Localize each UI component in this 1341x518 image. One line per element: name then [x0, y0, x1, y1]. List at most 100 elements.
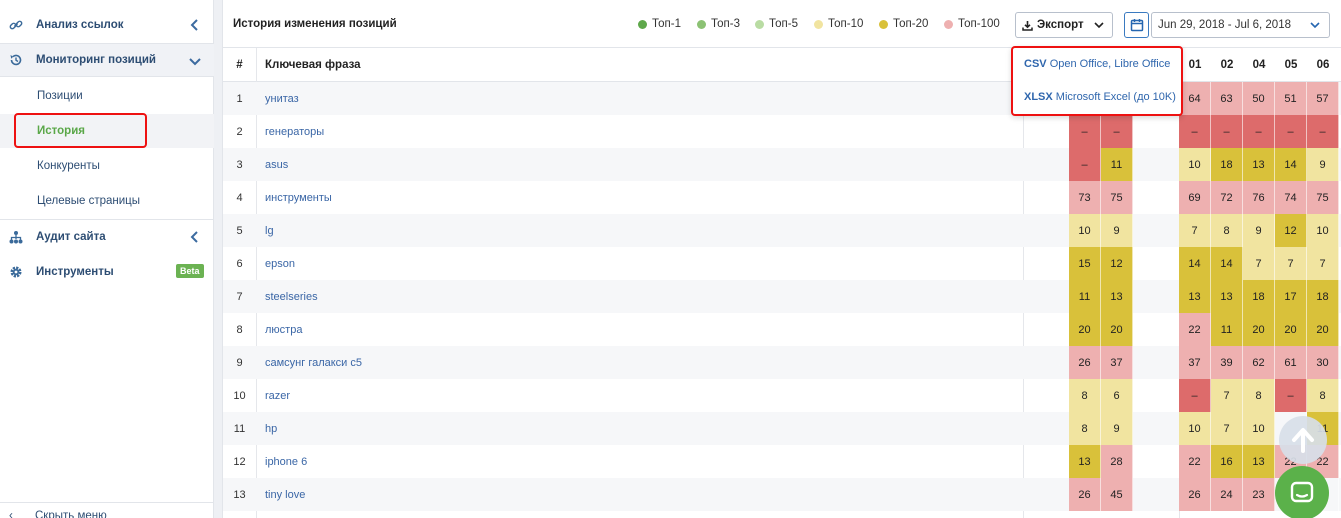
nav-site-audit[interactable]: Аудит сайта [0, 220, 214, 254]
gear-icon [9, 265, 23, 279]
position-cell: 14 [1179, 247, 1211, 280]
position-cell: – [1275, 379, 1307, 412]
position-cell: – [1101, 115, 1133, 148]
position-cell: 75 [1307, 181, 1339, 214]
export-csv-option[interactable]: CSV Open Office, Libre Office [1024, 58, 1170, 70]
chat-button[interactable] [1275, 466, 1329, 518]
column-header-number: # [236, 59, 243, 71]
position-cell: 10 [1179, 412, 1211, 445]
export-xlsx-option[interactable]: XLSX Microsoft Excel (до 10K) [1024, 91, 1176, 103]
position-cell: – [1179, 379, 1211, 412]
main-panel: История изменения позиций Топ-1 Топ-3 То… [222, 0, 1341, 518]
keyword-link[interactable]: самсунг галакси с5 [265, 346, 362, 379]
position-cell: 16 [1211, 445, 1243, 478]
subnav-target-pages[interactable]: Целевые страницы [0, 184, 214, 218]
keyword-link[interactable]: razer [265, 379, 290, 412]
position-cell: 13 [1101, 280, 1133, 313]
chevron-left-icon [188, 230, 202, 244]
position-cell: 61 [1275, 346, 1307, 379]
position-cell: 13 [1211, 280, 1243, 313]
position-cell: 20 [1069, 313, 1101, 346]
position-cell: 76 [1243, 181, 1275, 214]
position-cell: 17 [1275, 280, 1307, 313]
position-cell: 8 [1243, 379, 1275, 412]
keyword-link[interactable]: asus [265, 148, 288, 181]
row-number: 3 [236, 158, 243, 171]
chevron-down-icon [188, 54, 202, 68]
position-cell: 18 [1307, 280, 1339, 313]
position-cell: 10 [1307, 214, 1339, 247]
position-cell: 11 [1069, 280, 1101, 313]
legend-label: Топ-20 [893, 18, 929, 30]
row-number: 9 [236, 356, 243, 369]
position-cell: 7 [1243, 247, 1275, 280]
legend-item: Топ-10 [814, 18, 863, 30]
subnav-competitors[interactable]: Конкуренты [0, 149, 214, 183]
chevron-down-icon [1093, 19, 1105, 34]
nav-label: Анализ ссылок [36, 19, 124, 31]
position-cell: 10 [1069, 214, 1101, 247]
position-cell: 8 [1307, 379, 1339, 412]
position-cell: 7 [1211, 412, 1243, 445]
position-cell: 69 [1179, 181, 1211, 214]
column-header-date[interactable]: 06 [1307, 48, 1339, 82]
subnav-positions[interactable]: Позиции [0, 79, 214, 113]
chat-icon [1288, 479, 1316, 507]
keyword-link[interactable]: iphone 6 [265, 445, 307, 478]
position-cell: 39 [1211, 346, 1243, 379]
hide-menu-button[interactable]: ‹ Скрыть меню [9, 510, 107, 518]
row-number: 2 [236, 125, 243, 138]
column-header-date[interactable]: 01 [1179, 48, 1211, 82]
position-cell: 26 [1069, 478, 1101, 511]
keyword-link[interactable]: epson [265, 247, 295, 280]
date-range-select[interactable]: Jun 29, 2018 - Jul 6, 2018 [1151, 12, 1330, 38]
calendar-button[interactable] [1124, 12, 1149, 38]
row-number: 10 [233, 389, 246, 402]
keyword-link[interactable]: hp [265, 412, 277, 445]
link-icon [9, 18, 23, 32]
nav-link-analysis[interactable]: Анализ ссылок [0, 8, 214, 42]
keyword-link[interactable]: унитаз [265, 82, 299, 115]
keyword-link[interactable]: генераторы [265, 115, 324, 148]
legend-item: Топ-3 [697, 18, 740, 30]
column-header-date[interactable]: 04 [1243, 48, 1275, 82]
keyword-link[interactable]: steelseries [265, 280, 318, 313]
position-cell: 22 [1179, 313, 1211, 346]
column-header-date[interactable]: 05 [1275, 48, 1307, 82]
nav-position-monitoring[interactable]: Мониторинг позиций [0, 43, 214, 77]
position-cell: 20 [1307, 313, 1339, 346]
position-cell: 75 [1101, 181, 1133, 214]
scroll-to-top-button[interactable] [1279, 416, 1327, 464]
position-cell: 20 [1243, 313, 1275, 346]
position-cell: 23 [1243, 478, 1275, 511]
legend-label: Топ-1 [652, 18, 681, 30]
subnav-history[interactable]: История [0, 114, 214, 148]
row-number: 13 [233, 488, 246, 501]
row-number: 12 [233, 455, 246, 468]
position-cell: 7 [1307, 247, 1339, 280]
export-button[interactable]: Экспорт [1015, 12, 1113, 38]
table-row: 9 самсунг галакси с5 26 37 37 39 62 61 30 [223, 346, 1341, 379]
calendar-icon [1130, 18, 1144, 32]
position-cell: 37 [1101, 346, 1133, 379]
position-cell: 15 [1069, 247, 1101, 280]
table-row: 8 люстра 20 20 22 11 20 20 20 [223, 313, 1341, 346]
legend-item: Топ-1 [638, 18, 681, 30]
table-row: 12 iphone 6 13 28 22 16 13 22 22 [223, 445, 1341, 478]
row-number: 5 [236, 224, 243, 237]
keyword-link[interactable]: инструменты [265, 181, 332, 214]
export-dropdown-menu: CSV Open Office, Libre Office XLSX Micro… [1011, 46, 1183, 116]
column-header-keyword: Ключевая фраза [265, 59, 361, 71]
nav-label: Мониторинг позиций [36, 54, 156, 66]
keyword-link[interactable]: люстра [265, 313, 302, 346]
arrow-up-icon [1288, 425, 1318, 455]
position-cell: 72 [1211, 181, 1243, 214]
table-row: 7 steelseries 11 13 13 13 18 17 18 [223, 280, 1341, 313]
position-cell: 20 [1101, 313, 1133, 346]
position-cell: 7 [1179, 214, 1211, 247]
export-format: CSV [1024, 58, 1047, 70]
column-header-date[interactable]: 02 [1211, 48, 1243, 82]
table-row: 6 epson 15 12 14 14 7 7 7 [223, 247, 1341, 280]
keyword-link[interactable]: lg [265, 214, 274, 247]
keyword-link[interactable]: tiny love [265, 478, 305, 511]
